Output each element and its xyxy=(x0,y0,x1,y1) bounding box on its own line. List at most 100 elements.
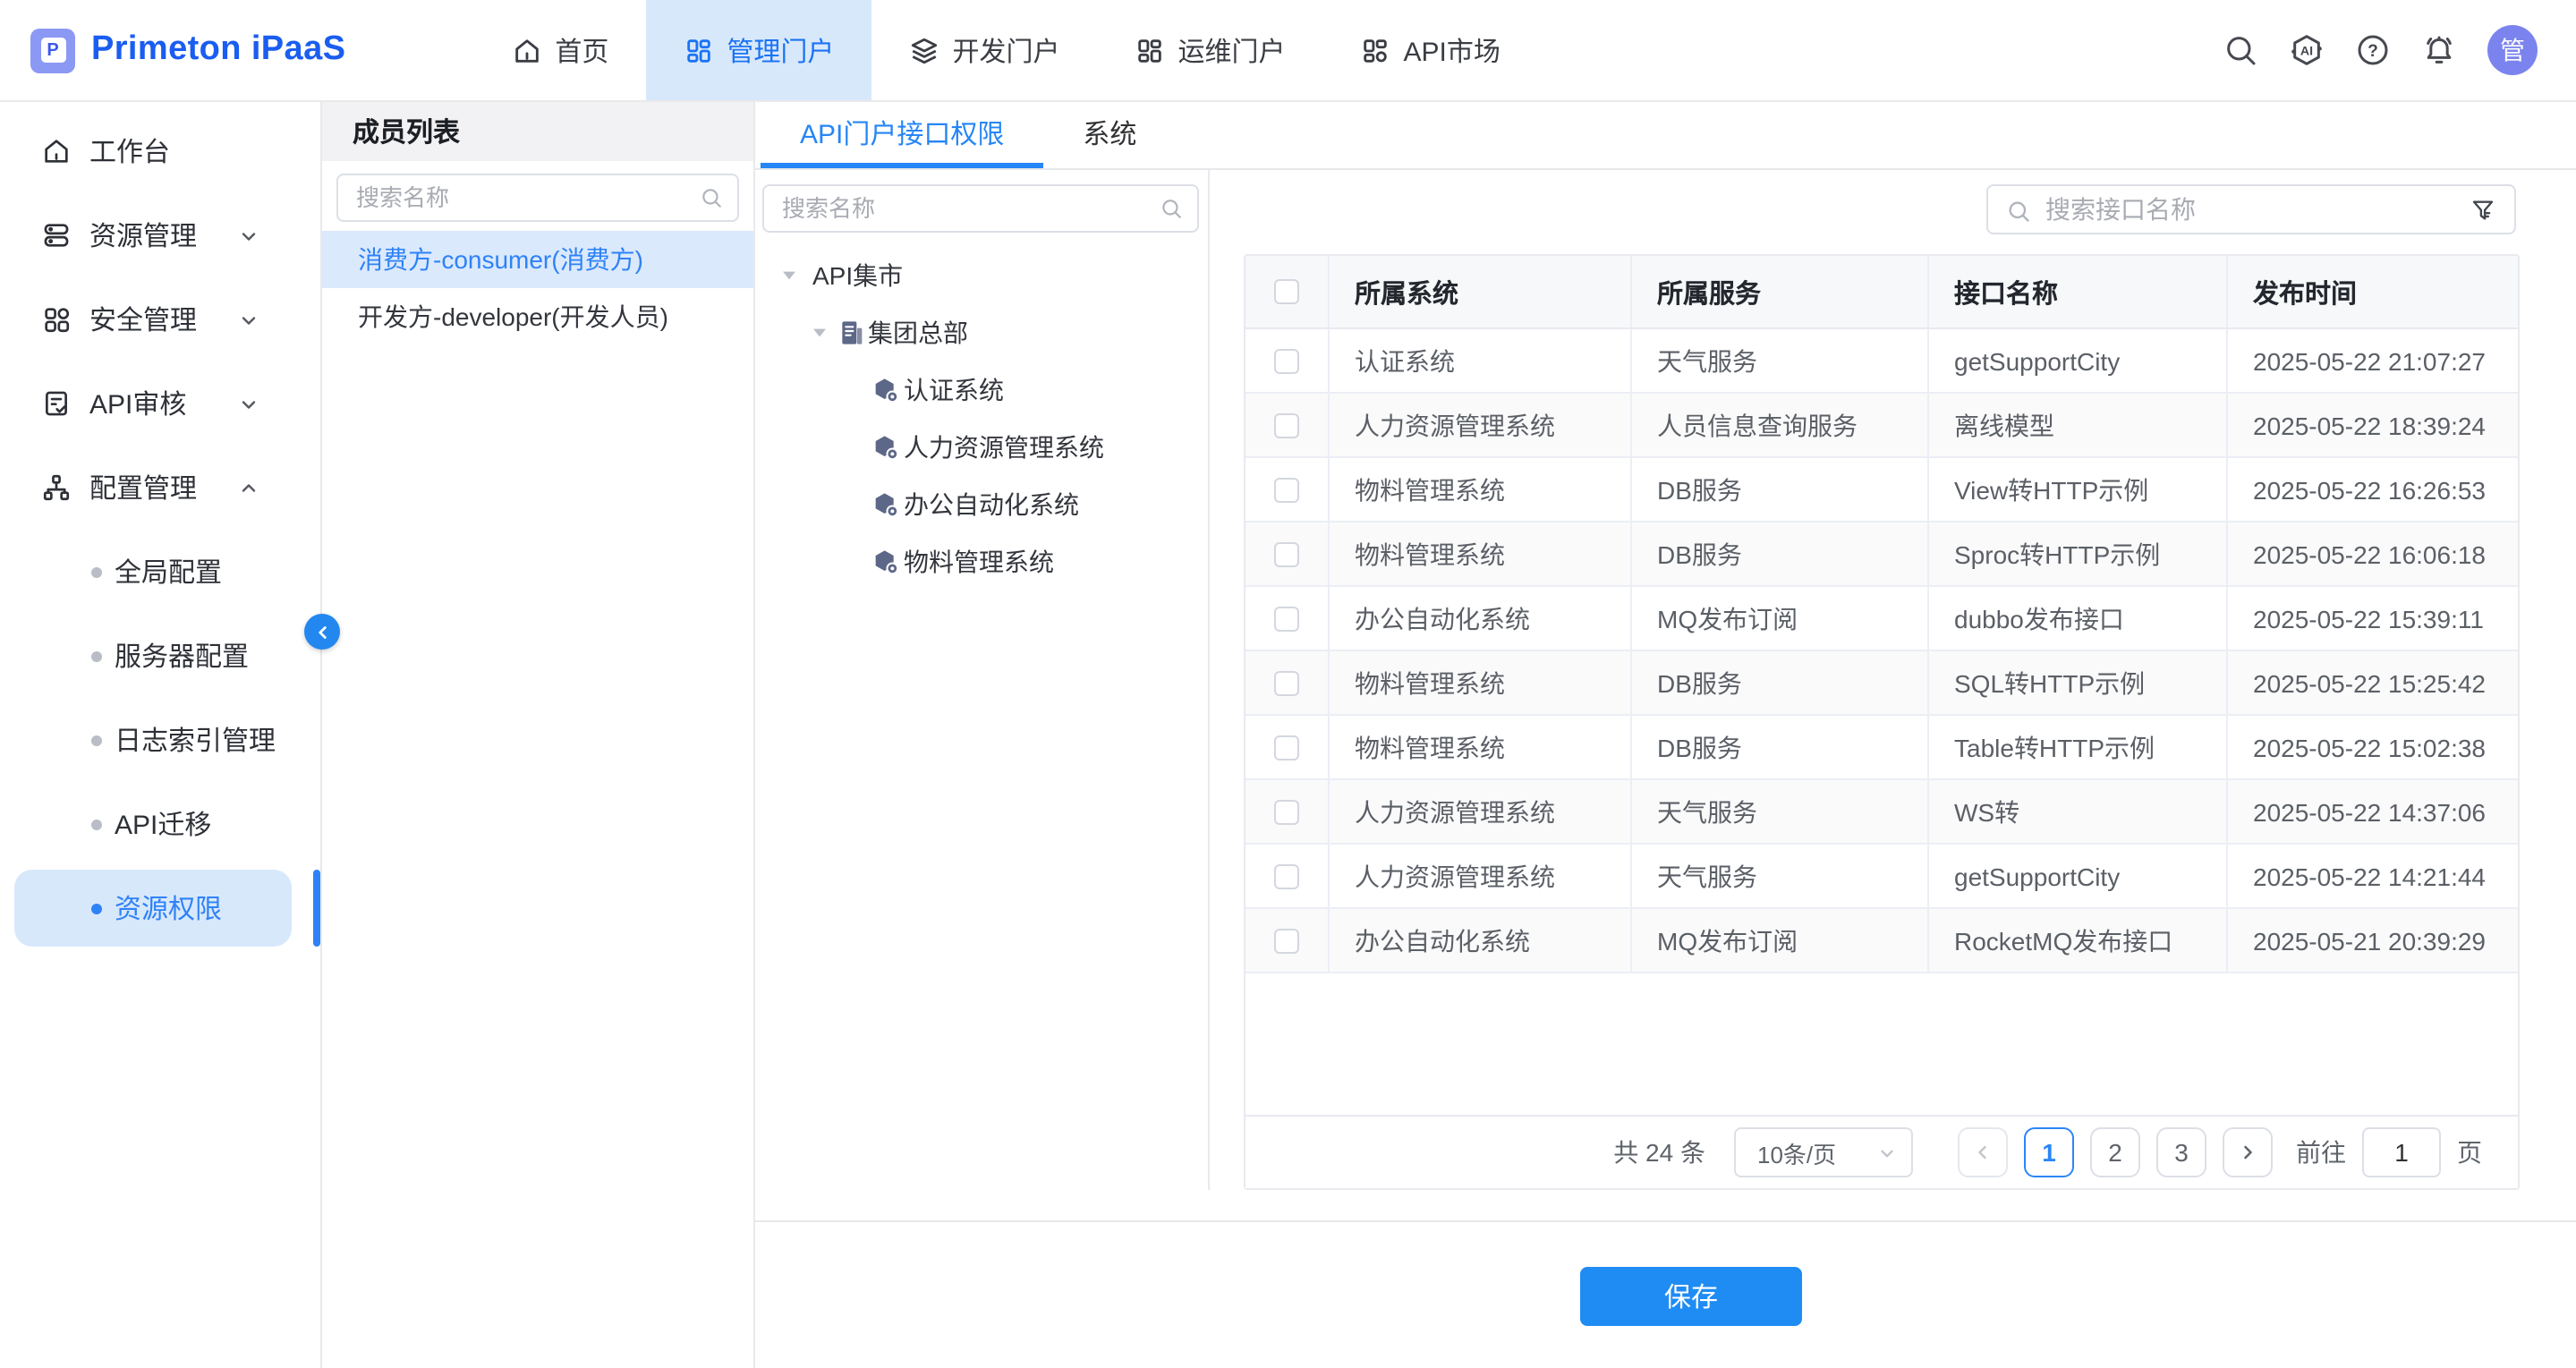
search-icon[interactable] xyxy=(2223,32,2258,68)
tree-node-group-hq[interactable]: 集团总部 xyxy=(755,304,1208,361)
cell-publish-time: 2025-05-22 15:02:38 xyxy=(2226,716,2518,778)
page-unit-label: 页 xyxy=(2457,1134,2482,1170)
nav-item-label: 管理门户 xyxy=(727,31,834,69)
chevron-right-icon xyxy=(2237,1142,2258,1163)
column-header: 发布时间 xyxy=(2226,256,2518,327)
row-checkbox[interactable] xyxy=(1274,541,1299,566)
table-row[interactable]: 人力资源管理系统 天气服务 WS转 2025-05-22 14:37:06 xyxy=(1245,780,2518,845)
row-checkbox[interactable] xyxy=(1274,735,1299,760)
sidebar-subitem-label: 日志索引管理 xyxy=(115,721,276,759)
cell-service: 人员信息查询服务 xyxy=(1630,394,1927,456)
tree-node-api-market[interactable]: API集市 xyxy=(755,247,1208,304)
row-checkbox[interactable] xyxy=(1274,799,1299,824)
page-button-1[interactable]: 1 xyxy=(2024,1127,2074,1177)
table-row[interactable]: 物料管理系统 DB服务 View转HTTP示例 2025-05-22 16:26… xyxy=(1245,458,2518,523)
table-row[interactable]: 物料管理系统 DB服务 SQL转HTTP示例 2025-05-22 15:25:… xyxy=(1245,651,2518,716)
nav-item-api-market[interactable]: API市场 xyxy=(1323,0,1538,100)
table-row[interactable]: 认证系统 天气服务 getSupportCity 2025-05-22 21:0… xyxy=(1245,329,2518,394)
cell-system: 物料管理系统 xyxy=(1328,716,1630,778)
table-row[interactable]: 人力资源管理系统 天气服务 getSupportCity 2025-05-22 … xyxy=(1245,845,2518,909)
select-all-checkbox[interactable] xyxy=(1274,279,1299,304)
bullet-dot xyxy=(91,735,102,745)
bullet-dot xyxy=(91,650,102,661)
row-checkbox[interactable] xyxy=(1274,412,1299,438)
market-grid-icon xyxy=(1361,35,1391,65)
sidebar-item-workbench[interactable]: 工作台 xyxy=(0,109,320,193)
sidebar-item-config[interactable]: 配置管理 xyxy=(0,446,320,530)
sidebar-subitem-server-config[interactable]: 服务器配置 xyxy=(0,614,320,698)
row-checkbox[interactable] xyxy=(1274,477,1299,502)
goto-page-input[interactable] xyxy=(2362,1127,2441,1177)
cell-system: 人力资源管理系统 xyxy=(1328,845,1630,907)
save-button[interactable]: 保存 xyxy=(1580,1267,1802,1326)
sidebar-subitem-log-index[interactable]: 日志索引管理 xyxy=(0,698,320,782)
next-page-button[interactable] xyxy=(2223,1127,2273,1177)
row-checkbox[interactable] xyxy=(1274,670,1299,695)
sidebar-subitem-api-migration[interactable]: API迁移 xyxy=(0,782,320,866)
tree-node-system[interactable]: 人力资源管理系统 xyxy=(755,419,1208,476)
cell-service: 天气服务 xyxy=(1630,780,1927,843)
nav-item-dev-portal[interactable]: 开发门户 xyxy=(871,0,1097,100)
page-button-2[interactable]: 2 xyxy=(2090,1127,2140,1177)
sidebar-item-resources[interactable]: 资源管理 xyxy=(0,193,320,277)
row-checkbox[interactable] xyxy=(1274,606,1299,631)
cell-system: 人力资源管理系统 xyxy=(1328,780,1630,843)
sidebar-item-security[interactable]: 安全管理 xyxy=(0,277,320,361)
table-row[interactable]: 办公自动化系统 MQ发布订阅 RocketMQ发布接口 2025-05-21 2… xyxy=(1245,909,2518,973)
top-navbar: P Primeton iPaaS 首页 管理门户 开发门户 运维门户 xyxy=(0,0,2576,102)
page-size-select[interactable]: 10条/页 xyxy=(1734,1127,1913,1177)
sidebar-collapse-toggle[interactable] xyxy=(304,614,340,650)
nav-item-ops-portal[interactable]: 运维门户 xyxy=(1097,0,1322,100)
table-row[interactable]: 办公自动化系统 MQ发布订阅 dubbo发布接口 2025-05-22 15:3… xyxy=(1245,587,2518,651)
help-icon[interactable]: ? xyxy=(2355,32,2391,68)
ai-icon[interactable]: AI xyxy=(2289,32,2325,68)
sidebar-subitem-label: API迁移 xyxy=(115,805,211,843)
row-checkbox[interactable] xyxy=(1274,863,1299,888)
sidebar-item-api-audit[interactable]: API审核 xyxy=(0,361,320,446)
sidebar-item-label: API审核 xyxy=(89,385,186,422)
sidebar-item-label: 资源管理 xyxy=(89,217,197,254)
brand-logo-icon: P xyxy=(30,28,75,72)
nav-right-actions: AI ? 管 xyxy=(2223,25,2538,75)
cell-service: MQ发布订阅 xyxy=(1630,587,1927,650)
tree-node-system[interactable]: 物料管理系统 xyxy=(755,533,1208,591)
row-checkbox[interactable] xyxy=(1274,928,1299,953)
brand-name: Primeton iPaaS xyxy=(91,30,345,70)
member-search-input[interactable] xyxy=(336,174,739,222)
cell-publish-time: 2025-05-22 15:25:42 xyxy=(2226,651,2518,714)
filter-funnel-icon[interactable] xyxy=(2470,197,2496,224)
tree-node-system[interactable]: 办公自动化系统 xyxy=(755,476,1208,533)
sidebar-subitem-label: 服务器配置 xyxy=(115,637,249,675)
sidebar-subitem-global-config[interactable]: 全局配置 xyxy=(0,530,320,614)
nav-item-home[interactable]: 首页 xyxy=(474,0,646,100)
api-search xyxy=(1986,184,2516,234)
tree-node-system[interactable]: 认证系统 xyxy=(755,361,1208,419)
table-row[interactable]: 物料管理系统 DB服务 Sproc转HTTP示例 2025-05-22 16:0… xyxy=(1245,523,2518,587)
sidebar-subitem-label: 资源权限 xyxy=(115,889,222,927)
member-item-developer[interactable]: 开发方-developer(开发人员) xyxy=(322,288,753,345)
bell-icon[interactable] xyxy=(2421,32,2457,68)
table-row[interactable]: 人力资源管理系统 人员信息查询服务 离线模型 2025-05-22 18:39:… xyxy=(1245,394,2518,458)
sidebar-item-label: 安全管理 xyxy=(89,301,197,338)
cell-system: 物料管理系统 xyxy=(1328,458,1630,521)
table-row[interactable]: 物料管理系统 DB服务 Table转HTTP示例 2025-05-22 15:0… xyxy=(1245,716,2518,780)
sidebar-subitem-resource-permission[interactable]: 资源权限 xyxy=(0,866,320,950)
prev-page-button[interactable] xyxy=(1958,1127,2008,1177)
tree-search xyxy=(762,184,1199,233)
page-button-3[interactable]: 3 xyxy=(2156,1127,2206,1177)
sidebar: 工作台 资源管理 安全管理 API审核 配置管理 xyxy=(0,102,322,1368)
cell-api-name: RocketMQ发布接口 xyxy=(1927,909,2226,972)
tab-system[interactable]: 系统 xyxy=(1043,102,1176,168)
tree-search-input[interactable] xyxy=(762,184,1199,233)
tab-api-portal-permission[interactable]: API门户接口权限 xyxy=(761,102,1043,168)
cell-service: DB服务 xyxy=(1630,716,1927,778)
nav-item-admin-portal[interactable]: 管理门户 xyxy=(646,0,871,100)
row-checkbox[interactable] xyxy=(1274,348,1299,373)
api-search-input[interactable] xyxy=(1988,186,2514,233)
member-item-consumer[interactable]: 消费方-consumer(消费方) xyxy=(322,231,753,288)
caret-down-icon[interactable] xyxy=(811,324,829,342)
caret-down-icon[interactable] xyxy=(780,267,798,285)
bullet-dot xyxy=(91,819,102,829)
user-avatar[interactable]: 管 xyxy=(2487,25,2538,75)
cell-api-name: getSupportCity xyxy=(1927,845,2226,907)
